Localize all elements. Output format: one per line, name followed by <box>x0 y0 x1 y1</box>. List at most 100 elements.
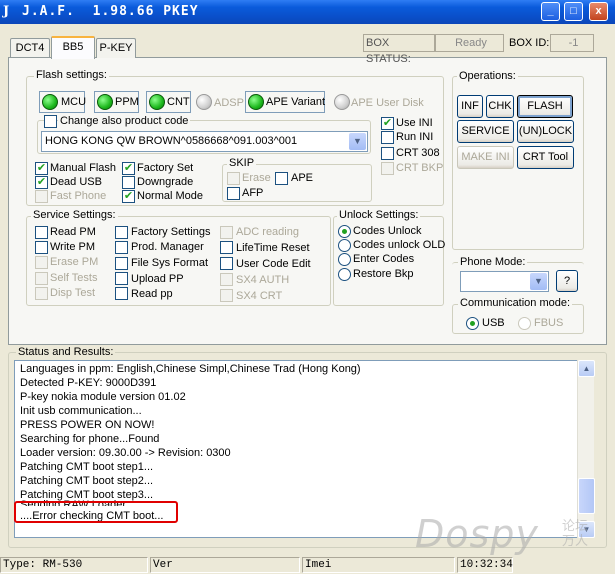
manual-flash-checkbox[interactable]: ✔ <box>35 162 48 175</box>
status-type: Type: RM-530 <box>0 557 148 573</box>
log-line: Loader version: 09.30.00 -> Revision: 03… <box>20 447 231 459</box>
self-tests-checkbox[interactable] <box>35 272 48 285</box>
fbus-radio[interactable] <box>518 317 531 330</box>
fbus-label: FBUS <box>534 317 564 329</box>
led-ppm[interactable]: PPM <box>94 91 139 113</box>
status-results-title: Status and Results: <box>16 346 116 358</box>
scroll-thumb[interactable] <box>578 478 595 514</box>
log-line: Languages in ppm: English,Chinese Simpl,… <box>20 363 361 375</box>
operations-title: Operations: <box>457 70 518 82</box>
minimize-button[interactable]: _ <box>541 2 560 21</box>
box-status-label: BOX STATUS: <box>363 34 435 65</box>
led-ape-user-disk-icon <box>334 94 350 110</box>
user-code-edit-checkbox[interactable] <box>220 257 233 270</box>
write-pm-label: Write PM <box>50 241 96 253</box>
close-button[interactable]: x <box>589 2 608 21</box>
codes-unlock-radio[interactable] <box>338 225 351 238</box>
upload-pp-checkbox[interactable] <box>115 272 128 285</box>
maximize-button[interactable]: □ <box>564 2 583 21</box>
dead-usb-label: Dead USB <box>50 176 102 188</box>
crt-tool-button[interactable]: CRT Tool <box>517 146 574 169</box>
phone-mode-help-button[interactable]: ? <box>556 270 578 292</box>
led-mcu-icon <box>42 94 58 110</box>
lifetime-reset-checkbox[interactable] <box>220 241 233 254</box>
crt-bkp-checkbox[interactable] <box>381 162 394 175</box>
use-ini-checkbox[interactable]: ✔ <box>381 117 394 130</box>
chevron-down-icon[interactable]: ▼ <box>530 273 547 290</box>
led-mcu[interactable]: MCU <box>39 91 86 113</box>
led-cnt[interactable]: CNT <box>146 91 191 113</box>
led-ape-variant[interactable]: APE Variant <box>245 91 325 113</box>
normal-mode-label: Normal Mode <box>137 190 204 202</box>
file-sys-format-checkbox[interactable] <box>115 257 128 270</box>
usb-label: USB <box>482 317 505 329</box>
factory-set-label: Factory Set <box>137 162 194 174</box>
log-line: PRESS POWER ON NOW! <box>20 419 155 431</box>
downgrade-checkbox[interactable] <box>122 176 135 189</box>
crt-308-checkbox[interactable] <box>381 147 394 160</box>
factory-set-checkbox[interactable]: ✔ <box>122 162 135 175</box>
restore-bkp-radio[interactable] <box>338 268 351 281</box>
restore-bkp-label: Restore Bkp <box>353 268 414 280</box>
tab-p-key[interactable]: P-KEY <box>96 38 136 58</box>
dead-usb-checkbox[interactable]: ✔ <box>35 176 48 189</box>
enter-codes-radio[interactable] <box>338 253 351 266</box>
phone-mode-select[interactable]: ▼ <box>460 271 549 292</box>
service-button[interactable]: SERVICE <box>457 120 514 143</box>
unlock-settings-title: Unlock Settings: <box>337 209 421 221</box>
sx4-crt-checkbox[interactable] <box>220 289 233 302</box>
skip-erase-checkbox[interactable] <box>227 172 240 185</box>
codes-unlock-old-label: Codes unlock OLD <box>353 239 446 251</box>
factory-settings-label: Factory Settings <box>131 226 211 238</box>
led-cnt-icon <box>149 94 165 110</box>
error-highlight-box <box>14 501 178 523</box>
normal-mode-checkbox[interactable]: ✔ <box>122 190 135 203</box>
skip-afp-checkbox[interactable] <box>227 187 240 200</box>
use-ini-label: Use INI <box>396 117 433 129</box>
phone-mode-title: Phone Mode: <box>458 256 528 268</box>
read-pm-label: Read PM <box>50 226 96 238</box>
title-bar[interactable]: J J.A.F. 1.98.66 PKEY _ □ x <box>0 0 615 24</box>
run-ini-checkbox[interactable] <box>381 131 394 144</box>
erase-pm-checkbox[interactable] <box>35 256 48 269</box>
status-imei: Imei <box>302 557 455 573</box>
codes-unlock-old-radio[interactable] <box>338 239 351 252</box>
log-line: P-key nokia module version 01.02 <box>20 391 186 403</box>
log-scrollbar[interactable]: ▲ ▼ <box>577 360 595 538</box>
status-ver: Ver <box>150 557 300 573</box>
chk-button[interactable]: CHK <box>486 95 514 118</box>
read-pm-checkbox[interactable] <box>35 226 48 239</box>
log-line: Init usb communication... <box>20 405 142 417</box>
adc-reading-label: ADC reading <box>236 226 299 238</box>
scroll-up-icon[interactable]: ▲ <box>578 360 595 377</box>
prod-manager-checkbox[interactable] <box>115 241 128 254</box>
led-ape-user-disk: APE User Disk <box>334 94 424 110</box>
write-pm-checkbox[interactable] <box>35 241 48 254</box>
flash-button[interactable]: FLASH <box>517 95 573 118</box>
unlock-button[interactable]: (UN)LOCK <box>517 120 574 143</box>
log-line: Patching CMT boot step2... <box>20 475 154 487</box>
tab-dct4[interactable]: DCT4 <box>10 38 50 58</box>
sx4-auth-checkbox[interactable] <box>220 273 233 286</box>
disp-test-checkbox[interactable] <box>35 287 48 300</box>
product-code-select[interactable]: HONG KONG QW BROWN^0586668^091.003^001 ▼ <box>41 131 368 152</box>
fast-phone-checkbox[interactable] <box>35 190 48 203</box>
log-line: Patching CMT boot step1... <box>20 461 154 473</box>
read-pp-checkbox[interactable] <box>115 287 128 300</box>
factory-settings-checkbox[interactable] <box>115 226 128 239</box>
inf-button[interactable]: INF <box>457 95 483 118</box>
make-ini-button[interactable]: MAKE INI <box>457 146 514 169</box>
file-sys-format-label: File Sys Format <box>131 257 209 269</box>
fast-phone-label: Fast Phone <box>50 190 107 202</box>
skip-ape-checkbox[interactable] <box>275 172 288 185</box>
usb-radio[interactable] <box>466 317 479 330</box>
chevron-down-icon[interactable]: ▼ <box>349 133 366 150</box>
read-pp-label: Read pp <box>131 288 173 300</box>
adc-reading-checkbox[interactable] <box>220 226 233 239</box>
led-adsp: ADSP <box>196 94 244 110</box>
tab-bb5[interactable]: BB5 <box>51 36 95 59</box>
erase-pm-label: Erase PM <box>50 256 99 268</box>
status-time: 10:32:34 <box>457 557 513 573</box>
change-product-code-checkbox[interactable] <box>44 115 57 128</box>
box-id-label: BOX ID: <box>509 37 550 49</box>
